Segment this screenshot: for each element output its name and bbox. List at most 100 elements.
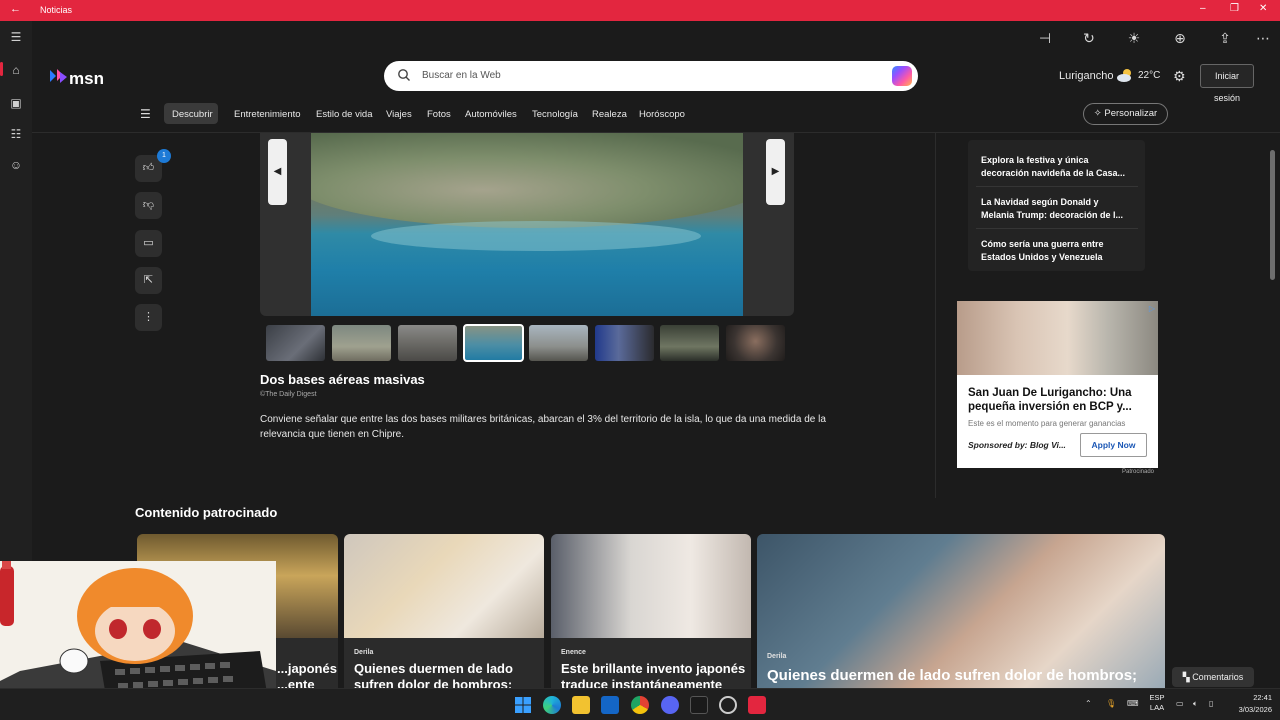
more-options-icon[interactable]: ⋯	[1254, 29, 1272, 47]
card-headline[interactable]: ...japonés ...ente	[277, 661, 337, 688]
nav-menu-icon[interactable]: ☰	[140, 107, 151, 121]
sponsored-card[interactable]: Derila Quienes duermen de lado sufren do…	[757, 534, 1165, 688]
share-arrow-icon: ⇱	[143, 274, 154, 286]
adchoices-icon[interactable]: ▷	[1149, 304, 1155, 313]
globe-icon[interactable]: ⊕	[1171, 29, 1189, 47]
comment-button[interactable]: ▭	[135, 230, 162, 257]
discord-icon[interactable]	[661, 696, 679, 714]
related-story-link[interactable]: Explora la festiva y única decoración na…	[981, 154, 1131, 180]
vertical-dots-icon: ⋮	[143, 311, 154, 323]
related-divider	[976, 186, 1138, 187]
nav-item-descubrir[interactable]: Descubrir	[172, 109, 213, 120]
copilot-icon[interactable]	[892, 66, 912, 86]
volume-icon[interactable]: 🔈︎	[1193, 699, 1198, 709]
card-headline[interactable]: Quienes duermen de lado sufren dolor de …	[767, 668, 1162, 684]
window-title: Noticias	[40, 5, 73, 15]
search-bar[interactable]: Buscar en la Web	[384, 61, 918, 91]
clock-time[interactable]: 22:41	[1242, 693, 1272, 702]
slide-image[interactable]	[311, 133, 743, 316]
share-button[interactable]: ⇱	[135, 267, 162, 294]
nav-item-horoscopo[interactable]: Horóscopo	[639, 109, 685, 120]
more-button[interactable]: ⋮	[135, 304, 162, 331]
card-headline[interactable]: Este brillante invento japonés traduce i…	[561, 661, 751, 688]
related-story-link[interactable]: Cómo sería una guerra entre Estados Unid…	[981, 238, 1131, 264]
chrome-icon[interactable]	[631, 696, 649, 714]
edge-icon[interactable]	[543, 696, 561, 714]
scrollbar[interactable]	[1270, 150, 1275, 280]
list-icon[interactable]: ☷	[8, 126, 24, 142]
chevron-up-icon[interactable]: ⌃	[1085, 699, 1092, 708]
apply-now-button[interactable]: Apply Now	[1080, 433, 1147, 457]
keyboard-icon[interactable]: ⌨	[1127, 699, 1139, 708]
display-icon[interactable]: ▭	[1176, 699, 1184, 708]
sponsored-section-title: Contenido patrocinado	[135, 505, 278, 520]
refresh-icon[interactable]: ↻	[1080, 29, 1098, 47]
nav-item-viajes[interactable]: Viajes	[386, 109, 412, 120]
hamburger-menu-icon[interactable]: ☰	[8, 29, 24, 45]
language-indicator[interactable]: ESP LAA	[1148, 693, 1166, 713]
nav-item-automoviles[interactable]: Automóviles	[465, 109, 517, 120]
personalize-button[interactable]: ✧ Personalizar	[1083, 103, 1168, 125]
dislike-button[interactable]: 👎︎	[135, 192, 162, 219]
column-divider	[935, 133, 936, 498]
related-story-link[interactable]: La Navidad según Donald y Melania Trump:…	[981, 196, 1131, 222]
windows-start-icon[interactable]	[514, 696, 532, 714]
gear-icon[interactable]: ⚙	[1173, 68, 1186, 85]
clock-date[interactable]: 3/03/2026	[1226, 705, 1272, 714]
nav-item-estilo-de-vida[interactable]: Estilo de vida	[316, 109, 373, 120]
back-arrow-icon[interactable]: ←	[10, 3, 21, 15]
comments-label: Comentarios	[1192, 672, 1244, 682]
nav-item-entretenimiento[interactable]: Entretenimiento	[234, 109, 301, 120]
slide-thumbnail[interactable]	[529, 325, 588, 361]
prev-slide-button[interactable]: ◀	[268, 139, 287, 205]
msn-butterfly-icon[interactable]	[48, 67, 68, 85]
rail-selection-indicator	[0, 62, 3, 76]
card-image	[757, 534, 1165, 688]
pin-icon[interactable]: ⊣	[1036, 29, 1054, 47]
slide-thumbnail[interactable]	[726, 325, 785, 361]
minimize-icon[interactable]: –	[1200, 3, 1206, 14]
video-icon[interactable]: ▣	[8, 95, 24, 111]
games-icon[interactable]: ☺	[8, 157, 24, 173]
slide-thumbnail[interactable]	[660, 325, 719, 361]
thumbs-up-icon: 👍︎	[142, 162, 155, 174]
home-icon[interactable]: ⌂	[8, 62, 24, 78]
weather-location[interactable]: Lurigancho	[1059, 70, 1113, 82]
maximize-icon[interactable]: ❐	[1230, 3, 1239, 14]
share-icon[interactable]: ⇪	[1216, 29, 1234, 47]
slide-thumbnail[interactable]	[266, 325, 325, 361]
openai-icon[interactable]	[719, 696, 737, 714]
slide-thumbnail[interactable]	[595, 325, 654, 361]
card-source: Derila	[767, 653, 787, 660]
nav-item-fotos[interactable]: Fotos	[427, 109, 451, 120]
terminal-icon[interactable]	[690, 696, 708, 714]
slide-thumbnail[interactable]	[332, 325, 391, 361]
microphone-icon[interactable]: 🎙︎	[1106, 699, 1116, 708]
signin-button[interactable]: Iniciar sesión	[1200, 64, 1254, 103]
brightness-icon[interactable]: ☀	[1125, 29, 1143, 47]
card-image	[344, 534, 544, 638]
outlook-icon[interactable]	[601, 696, 619, 714]
sponsored-card[interactable]: Derila Quienes duermen de lado sufren do…	[344, 534, 544, 688]
msn-logo[interactable]: msn	[69, 69, 104, 89]
search-input[interactable]: Buscar en la Web	[422, 70, 501, 81]
slide-thumbnail-selected[interactable]	[463, 324, 524, 362]
slide-thumbnail[interactable]	[398, 325, 457, 361]
nav-item-tecnologia[interactable]: Tecnología	[532, 109, 578, 120]
msn-news-taskbar-icon[interactable]	[748, 696, 766, 714]
close-icon[interactable]: ✕	[1259, 3, 1267, 14]
file-explorer-icon[interactable]	[572, 696, 590, 714]
card-source: Derila	[354, 649, 374, 656]
weather-temperature: 22°C	[1138, 70, 1161, 81]
battery-icon[interactable]: ▯	[1209, 699, 1213, 708]
chevron-right-icon: ▶	[771, 166, 780, 177]
next-slide-button[interactable]: ▶	[766, 139, 785, 205]
language-code: ESP	[1149, 693, 1165, 702]
card-headline[interactable]: Quienes duermen de lado sufren dolor de …	[354, 661, 544, 688]
nav-item-realeza[interactable]: Realeza	[592, 109, 627, 120]
sponsored-card[interactable]: Enence Este brillante invento japonés tr…	[551, 534, 751, 688]
ad-headline[interactable]: San Juan De Lurigancho: Una pequeña inve…	[968, 386, 1153, 414]
slide-title: Dos bases aéreas masivas	[260, 372, 425, 387]
ad-card[interactable]: ▷ San Juan De Lurigancho: Una pequeña in…	[957, 301, 1158, 468]
comments-button[interactable]: ▚ Comentarios	[1172, 667, 1254, 687]
